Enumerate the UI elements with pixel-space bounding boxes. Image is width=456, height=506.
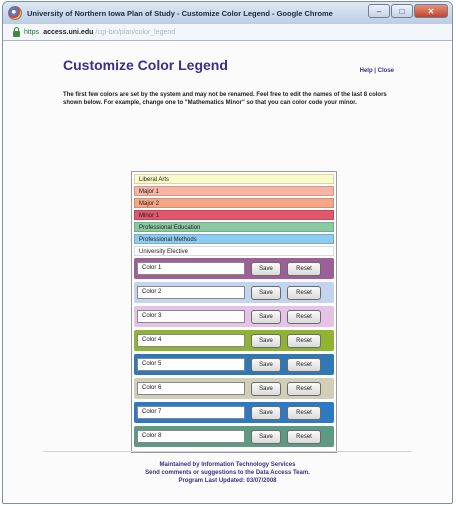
url-scheme: https bbox=[24, 28, 40, 36]
save-button[interactable]: Save bbox=[251, 309, 281, 324]
save-button[interactable]: Save bbox=[251, 381, 281, 396]
page-title: Customize Color Legend bbox=[63, 57, 228, 73]
save-button[interactable]: Save bbox=[251, 357, 281, 372]
footer-contact: Send comments or suggestions to the Data… bbox=[145, 470, 310, 476]
fixed-color-row: Professional Methods bbox=[134, 234, 334, 244]
color-name-input[interactable] bbox=[137, 406, 245, 419]
save-button[interactable]: Save bbox=[251, 285, 281, 300]
custom-color-row: Save Reset bbox=[134, 258, 334, 279]
color-name-input[interactable] bbox=[137, 382, 245, 395]
fixed-color-row: Minor 1 bbox=[134, 210, 334, 220]
custom-color-row: Save Reset bbox=[134, 330, 334, 351]
help-links: Help | Close bbox=[360, 68, 394, 74]
maximize-button[interactable]: □ bbox=[391, 4, 413, 18]
color-name-input[interactable] bbox=[137, 358, 245, 371]
title-bar: University of Northern Iowa Plan of Stud… bbox=[3, 2, 452, 24]
close-window-button[interactable]: ✕ bbox=[414, 4, 448, 18]
page-content: Customize Color Legend Help | Close The … bbox=[3, 41, 452, 503]
url-path: /cgi-bin/plan/color_legend bbox=[95, 28, 176, 36]
footer: Maintained by Information Technology Ser… bbox=[3, 461, 452, 485]
save-button[interactable]: Save bbox=[251, 333, 281, 348]
minimize-button[interactable]: – bbox=[368, 4, 390, 18]
fixed-color-row: Major 2 bbox=[134, 198, 334, 208]
color-name-input[interactable] bbox=[137, 310, 245, 323]
reset-button[interactable]: Reset bbox=[287, 309, 321, 324]
footer-maintained: Maintained by Information Technology Ser… bbox=[159, 462, 296, 468]
intro-text: The first few colors are set by the syst… bbox=[63, 92, 387, 106]
custom-color-row: Save Reset bbox=[134, 306, 334, 327]
color-legend: Liberal Arts Major 1 Major 2 Minor 1 Profess… bbox=[131, 171, 337, 453]
footer-divider bbox=[43, 451, 412, 452]
link-separator: | bbox=[374, 68, 376, 74]
url-host: access.uni.edu bbox=[43, 28, 94, 36]
address-bar[interactable]: https access.uni.edu /cgi-bin/plan/color… bbox=[3, 24, 452, 41]
help-link[interactable]: Help bbox=[360, 68, 373, 74]
window-title: University of Northern Iowa Plan of Stud… bbox=[27, 8, 333, 18]
reset-button[interactable]: Reset bbox=[287, 381, 321, 396]
custom-color-row: Save Reset bbox=[134, 378, 334, 399]
chrome-icon bbox=[8, 6, 22, 20]
fixed-color-row: Major 1 bbox=[134, 186, 334, 196]
custom-color-row: Save Reset bbox=[134, 354, 334, 375]
lock-icon bbox=[13, 26, 20, 37]
browser-window: University of Northern Iowa Plan of Stud… bbox=[2, 1, 453, 504]
color-name-input[interactable] bbox=[137, 286, 245, 299]
fixed-color-row: Professional Education bbox=[134, 222, 334, 232]
fixed-color-row: Liberal Arts bbox=[134, 174, 334, 184]
reset-button[interactable]: Reset bbox=[287, 429, 321, 444]
custom-color-row: Save Reset bbox=[134, 426, 334, 447]
color-name-input[interactable] bbox=[137, 334, 245, 347]
custom-color-row: Save Reset bbox=[134, 402, 334, 423]
window-controls: – □ ✕ bbox=[368, 4, 448, 18]
close-link[interactable]: Close bbox=[378, 68, 394, 74]
fixed-color-row: University Elective bbox=[134, 246, 334, 256]
save-button[interactable]: Save bbox=[251, 261, 281, 276]
custom-color-row: Save Reset bbox=[134, 282, 334, 303]
color-name-input[interactable] bbox=[137, 430, 245, 443]
save-button[interactable]: Save bbox=[251, 429, 281, 444]
footer-updated: Program Last Updated: 03/07/2008 bbox=[178, 478, 277, 484]
reset-button[interactable]: Reset bbox=[287, 261, 321, 276]
reset-button[interactable]: Reset bbox=[287, 357, 321, 372]
save-button[interactable]: Save bbox=[251, 405, 281, 420]
reset-button[interactable]: Reset bbox=[287, 285, 321, 300]
reset-button[interactable]: Reset bbox=[287, 333, 321, 348]
reset-button[interactable]: Reset bbox=[287, 405, 321, 420]
color-name-input[interactable] bbox=[137, 262, 245, 275]
